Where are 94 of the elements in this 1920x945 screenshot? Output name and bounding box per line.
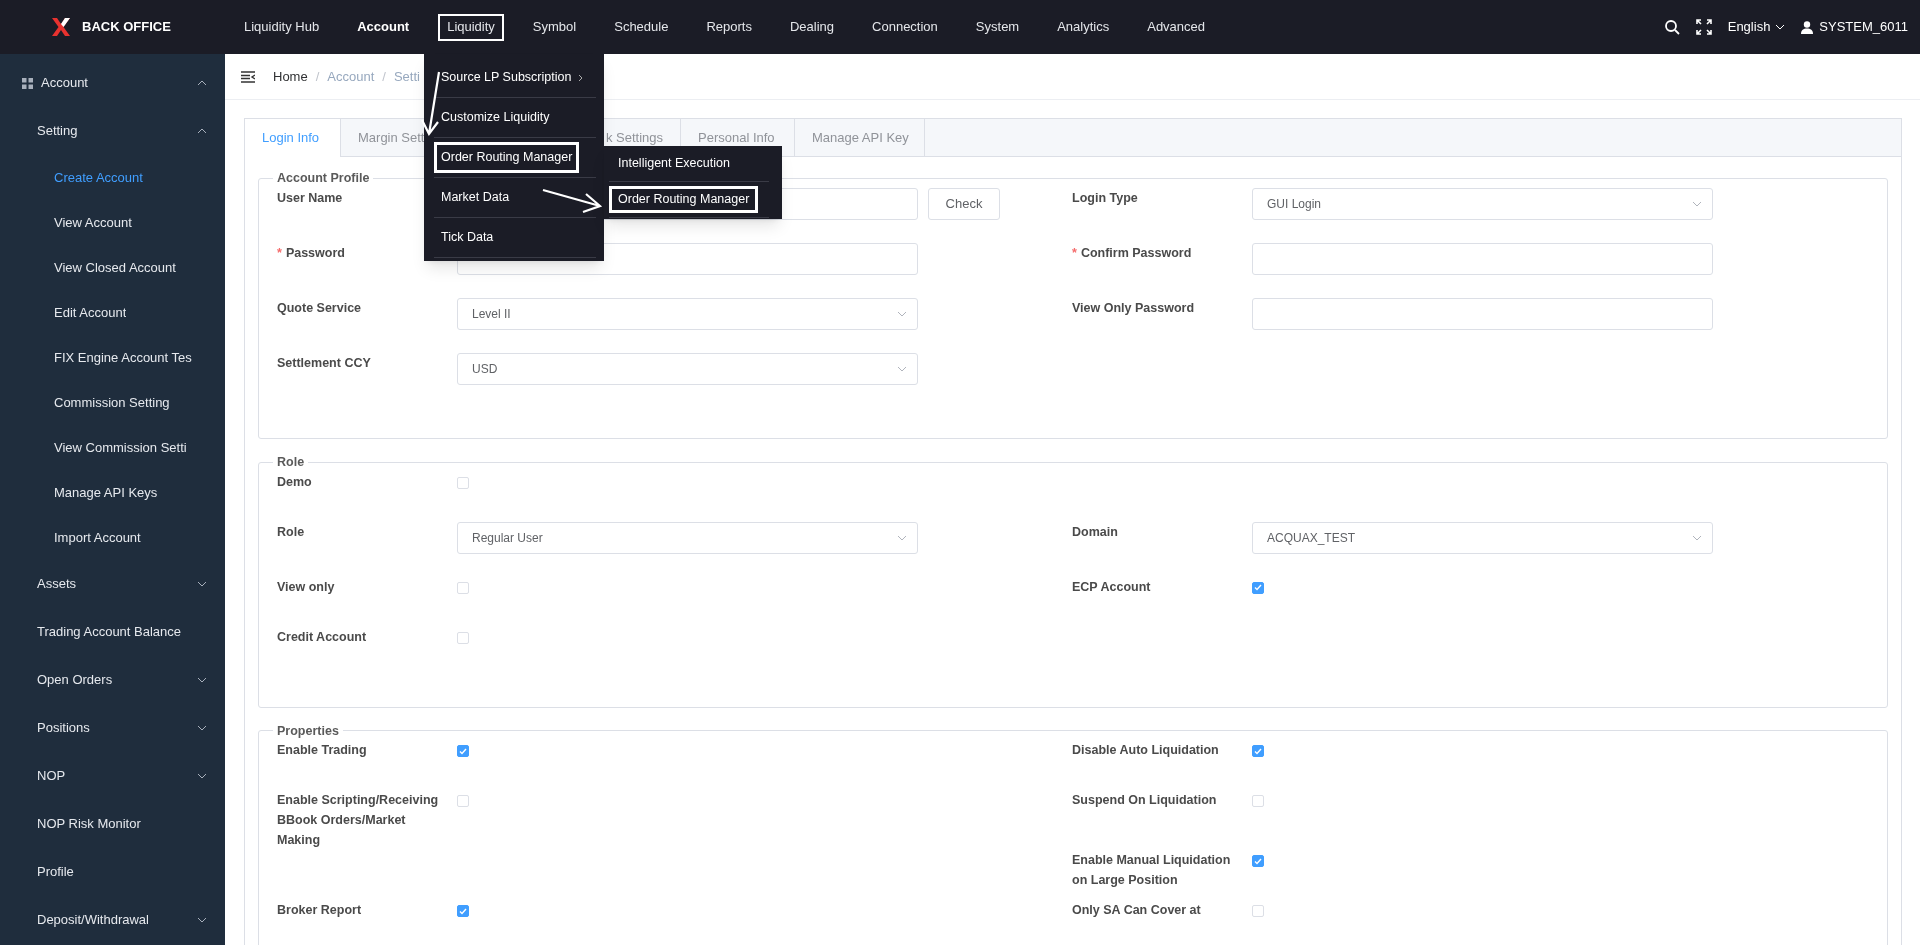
field-label: Disable Auto Liquidation	[1072, 742, 1220, 760]
sidebar-item[interactable]: Commission Setting	[0, 380, 225, 425]
input-field[interactable]	[1252, 242, 1713, 275]
nav-link[interactable]: Liquidity	[438, 13, 504, 41]
nav-link[interactable]: Reports	[697, 13, 761, 41]
nav-link[interactable]: Symbol	[523, 13, 586, 41]
menu-item[interactable]: Order Routing Manager	[609, 186, 759, 213]
checkbox[interactable]	[1252, 855, 1264, 868]
sidebar-item[interactable]: Profile	[0, 848, 225, 896]
sidebar-item[interactable]: Setting	[0, 107, 225, 155]
sidebar-item[interactable]: View Account	[0, 200, 225, 245]
sidebar-item[interactable]: Trading Account Balance	[0, 608, 225, 656]
sidebar-item[interactable]: NOP	[0, 752, 225, 800]
sidebar-item[interactable]: Deposit/Withdrawal	[0, 896, 225, 944]
breadcrumb-separator: /	[382, 67, 386, 86]
checkbox[interactable]	[457, 905, 469, 918]
checkbox[interactable]	[1252, 581, 1264, 594]
sidebar-item[interactable]: Open Orders	[0, 656, 225, 704]
field-label: Quote Service	[277, 299, 363, 317]
field-label: Suspend On Liquidation	[1072, 792, 1218, 810]
search-icon[interactable]	[1663, 19, 1680, 35]
language-dropdown[interactable]: English	[1727, 17, 1786, 37]
sidebar-item[interactable]: Account	[0, 59, 225, 107]
sidebar-item[interactable]: Positions	[0, 704, 225, 752]
select-field[interactable]: Regular User	[457, 521, 918, 554]
section-title: Account Profile	[276, 170, 371, 187]
required-mark: *	[277, 245, 282, 260]
chevron-down-icon	[1692, 534, 1702, 541]
input-field[interactable]	[1252, 297, 1713, 330]
sidebar-item[interactable]: Assets	[0, 560, 225, 608]
select-field[interactable]: Level II	[457, 297, 918, 330]
menu-item[interactable]: Order Routing Manager	[434, 142, 580, 173]
section-title: Role	[276, 453, 306, 471]
logo-icon	[50, 16, 72, 38]
chevron-down-icon	[897, 310, 907, 317]
brand-name: BACK OFFICE	[82, 18, 171, 37]
section-title: Properties	[276, 722, 340, 740]
select-field[interactable]: USD	[457, 352, 918, 385]
chevron-down-icon	[1775, 24, 1786, 30]
field-label: Enable Scripting/Receiving BBook Orders/Market Making	[277, 792, 440, 850]
nav-link[interactable]: Dealing	[780, 13, 844, 41]
sidebar-item[interactable]: Import Account	[0, 515, 225, 560]
field-label: Only SA Can Cover at	[1072, 902, 1202, 920]
user-icon	[1801, 20, 1814, 34]
nav-link[interactable]: Liquidity Hub	[235, 13, 329, 41]
field-label: Role	[277, 523, 306, 541]
menu-item[interactable]: Source LP Subscription	[434, 62, 579, 93]
sidebar-item[interactable]: FIX Engine Account Tes	[0, 335, 225, 380]
field-label: Login Type	[1072, 189, 1139, 207]
field-label: View only	[277, 578, 336, 596]
select-field[interactable]: GUI Login	[1252, 187, 1713, 220]
chevron-down-icon	[897, 365, 907, 372]
check-button[interactable]: Check	[928, 187, 1000, 220]
field-label: View Only Password	[1072, 299, 1196, 317]
nav-link[interactable]: Account	[348, 13, 419, 41]
menu-item[interactable]: Market Data	[434, 182, 517, 213]
breadcrumb-item: Account	[327, 67, 375, 86]
sidebar-item[interactable]: NOP Risk Monitor	[0, 800, 225, 848]
sidebar-item[interactable]: Create Account	[0, 155, 225, 200]
field-label: Settlement CCY	[277, 354, 372, 372]
field-label: Enable Manual Liquidation on Large Position	[1072, 852, 1232, 890]
nav-link[interactable]: Connection	[863, 13, 947, 41]
field-label: Domain	[1072, 523, 1119, 541]
chevron-right-icon	[578, 73, 584, 82]
breadcrumb-separator: /	[315, 67, 320, 86]
sidebar-item[interactable]: View Closed Account	[0, 245, 225, 290]
field-label: ECP Account	[1072, 578, 1152, 596]
fullscreen-icon[interactable]	[1695, 19, 1712, 35]
field-label: Enable Trading	[277, 742, 368, 760]
nav-link[interactable]: Advanced	[1138, 13, 1215, 41]
menu-collapse-icon[interactable]	[241, 70, 255, 83]
breadcrumb-item: Setti	[393, 67, 420, 86]
annotation-arrow	[540, 186, 604, 216]
sidebar-item[interactable]: View Commission Setti	[0, 425, 225, 470]
chevron-down-icon	[897, 534, 907, 541]
checkbox[interactable]	[1252, 745, 1264, 758]
checkbox[interactable]	[457, 745, 469, 758]
nav-link[interactable]: System	[966, 13, 1029, 41]
sidebar-item[interactable]: Edit Account	[0, 290, 225, 335]
nav-link[interactable]: Schedule	[605, 13, 678, 41]
sidebar-item[interactable]: Manage API Keys	[0, 470, 225, 515]
select-field[interactable]: ACQUAX_TEST	[1252, 521, 1713, 554]
menu-item[interactable]: Tick Data	[434, 222, 501, 253]
required-mark: *	[1072, 245, 1077, 260]
field-label: Password	[285, 245, 345, 260]
grid-icon	[22, 77, 33, 89]
user-menu[interactable]: SYSTEM_6011	[1801, 17, 1908, 37]
nav-link[interactable]: Analytics	[1048, 13, 1119, 41]
breadcrumb-item[interactable]: Home	[273, 66, 308, 87]
field-label: Confirm Password	[1080, 245, 1192, 260]
field-label: Credit Account	[277, 628, 368, 646]
field-label: Broker Report	[277, 902, 363, 920]
field-label: Demo	[277, 473, 313, 491]
chevron-down-icon	[1692, 200, 1702, 207]
